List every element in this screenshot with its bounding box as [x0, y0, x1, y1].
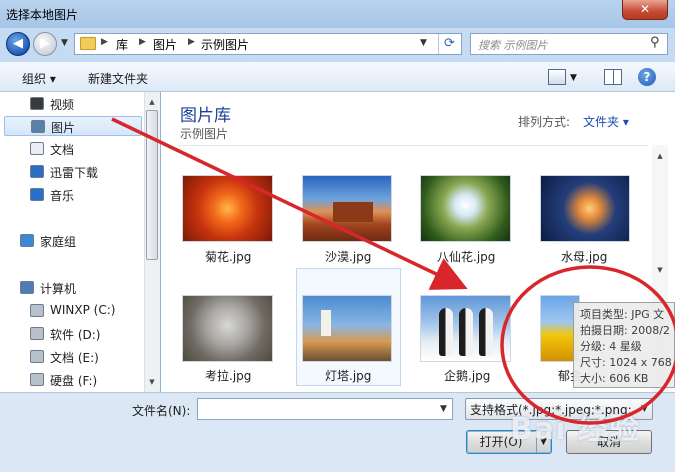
tooltip-rating: 分级: 4 星级	[580, 340, 642, 353]
computer-icon	[20, 281, 34, 294]
file-name-label: 企鹅.jpg	[444, 369, 491, 383]
documents-icon	[30, 142, 44, 155]
nav-item-label: 迅雷下载	[50, 166, 99, 180]
watermark-logo: Bai 经验	[510, 412, 640, 447]
help-icon[interactable]: ?	[638, 68, 656, 86]
address-dropdown-icon[interactable]: ▼	[420, 38, 427, 48]
file-name-label: 灯塔.jpg	[325, 369, 372, 383]
file-name-label: 水母.jpg	[561, 250, 608, 264]
nav-item[interactable]: 家庭组	[0, 231, 142, 251]
file-thumbnail[interactable]	[420, 175, 511, 242]
nav-item-label: 文档 (E:)	[50, 351, 99, 365]
nav-item[interactable]: WINXP (C:)	[4, 301, 142, 321]
forward-button[interactable]: ▶	[33, 32, 57, 56]
address-bar[interactable]	[74, 33, 462, 55]
nav-item[interactable]: 图片	[4, 116, 142, 136]
nav-item[interactable]: 文档 (E:)	[4, 347, 142, 367]
nav-item-label: 音乐	[50, 189, 75, 203]
preview-pane-icon[interactable]	[604, 69, 622, 85]
title-bar	[0, 0, 675, 28]
file-thumbnail[interactable]	[302, 295, 392, 362]
breadcrumb-separator-icon[interactable]: ▶	[188, 37, 195, 47]
nav-item[interactable]: 迅雷下载	[4, 162, 142, 182]
organize-button[interactable]: 组织 ▾	[22, 70, 56, 87]
nav-scroll-thumb[interactable]	[146, 110, 158, 260]
drive-icon	[30, 373, 44, 386]
nav-item[interactable]: 音乐	[4, 185, 142, 205]
change-view-icon[interactable]	[548, 69, 566, 85]
scroll-down-icon[interactable]: ▼	[146, 376, 158, 388]
breadcrumb-separator-icon[interactable]: ▶	[101, 37, 108, 47]
tooltip-date: 拍摄日期: 2008/2	[580, 324, 670, 337]
file-thumbnail[interactable]	[420, 295, 511, 362]
filename-input[interactable]	[197, 398, 453, 420]
refresh-icon[interactable]: ⟳	[438, 34, 460, 54]
scroll-up-icon[interactable]: ▲	[654, 150, 666, 162]
file-thumbnail[interactable]	[182, 295, 273, 362]
new-folder-button[interactable]: 新建文件夹	[88, 70, 148, 87]
back-button[interactable]: ◀	[6, 32, 30, 56]
search-placeholder: 搜索 示例图片	[478, 39, 548, 52]
nav-item-label: 硬盘 (F:)	[50, 374, 98, 388]
nav-item-label: 家庭组	[40, 235, 77, 249]
view-dropdown-icon[interactable]: ▼	[570, 73, 577, 83]
download-icon	[30, 165, 44, 178]
nav-item[interactable]: 计算机	[0, 278, 142, 298]
nav-item-label: WINXP (C:)	[50, 303, 116, 317]
file-thumbnail[interactable]	[540, 175, 630, 242]
arrange-by-label: 排列方式:	[518, 115, 571, 129]
library-title: 图片库	[180, 106, 231, 126]
nav-item[interactable]: 硬盘 (F:)	[4, 370, 142, 390]
scroll-up-icon[interactable]: ▲	[146, 96, 158, 108]
close-button[interactable]: ✕	[622, 0, 668, 20]
nav-item[interactable]: 视频	[4, 94, 142, 114]
search-icon[interactable]: ⚲	[650, 35, 660, 50]
breadcrumb-pictures[interactable]: 图片	[153, 36, 177, 53]
drive-icon	[30, 327, 44, 340]
file-name-label: 菊花.jpg	[205, 250, 252, 264]
folder-icon	[80, 37, 96, 50]
file-name-label: 八仙花.jpg	[437, 250, 496, 264]
filename-dropdown-icon[interactable]: ▼	[440, 404, 447, 414]
drive-icon	[30, 304, 44, 317]
breadcrumb-library[interactable]: 库	[116, 36, 128, 53]
arrange-by-dropdown[interactable]: 文件夹 ▾	[583, 113, 629, 130]
breadcrumb-separator-icon[interactable]: ▶	[139, 37, 146, 47]
library-subtitle: 示例图片	[180, 127, 229, 141]
nav-item-label: 文档	[50, 143, 75, 157]
nav-item[interactable]: 文档	[4, 139, 142, 159]
file-name-label: 考拉.jpg	[205, 369, 252, 383]
filename-label: 文件名(N):	[132, 404, 191, 418]
nav-item[interactable]: 软件 (D:)	[4, 324, 142, 344]
homegroup-icon	[20, 234, 34, 247]
file-thumbnail[interactable]	[302, 175, 392, 242]
nav-item-label: 图片	[51, 121, 76, 135]
window-title: 选择本地图片	[6, 8, 79, 22]
breadcrumb-sample-pictures[interactable]: 示例图片	[201, 36, 249, 53]
tooltip-size: 大小: 606 KB	[580, 372, 649, 385]
divider	[178, 145, 648, 146]
file-type-dropdown-icon[interactable]: ▼	[641, 404, 648, 414]
recent-pages-dropdown-icon[interactable]: ▼	[61, 38, 68, 48]
file-name-label: 沙漠.jpg	[325, 250, 372, 264]
tooltip-type: 项目类型: JPG 文	[580, 308, 665, 321]
tooltip-dimensions: 尺寸: 1024 x 768	[580, 356, 672, 369]
scroll-down-icon[interactable]: ▼	[654, 264, 666, 276]
file-thumbnail[interactable]	[182, 175, 273, 242]
video-icon	[30, 97, 44, 110]
nav-item-label: 视频	[50, 98, 75, 112]
music-icon	[30, 188, 44, 201]
drive-icon	[30, 350, 44, 363]
nav-item-label: 软件 (D:)	[50, 328, 101, 342]
nav-item-label: 计算机	[40, 282, 77, 296]
pictures-icon	[31, 120, 45, 133]
